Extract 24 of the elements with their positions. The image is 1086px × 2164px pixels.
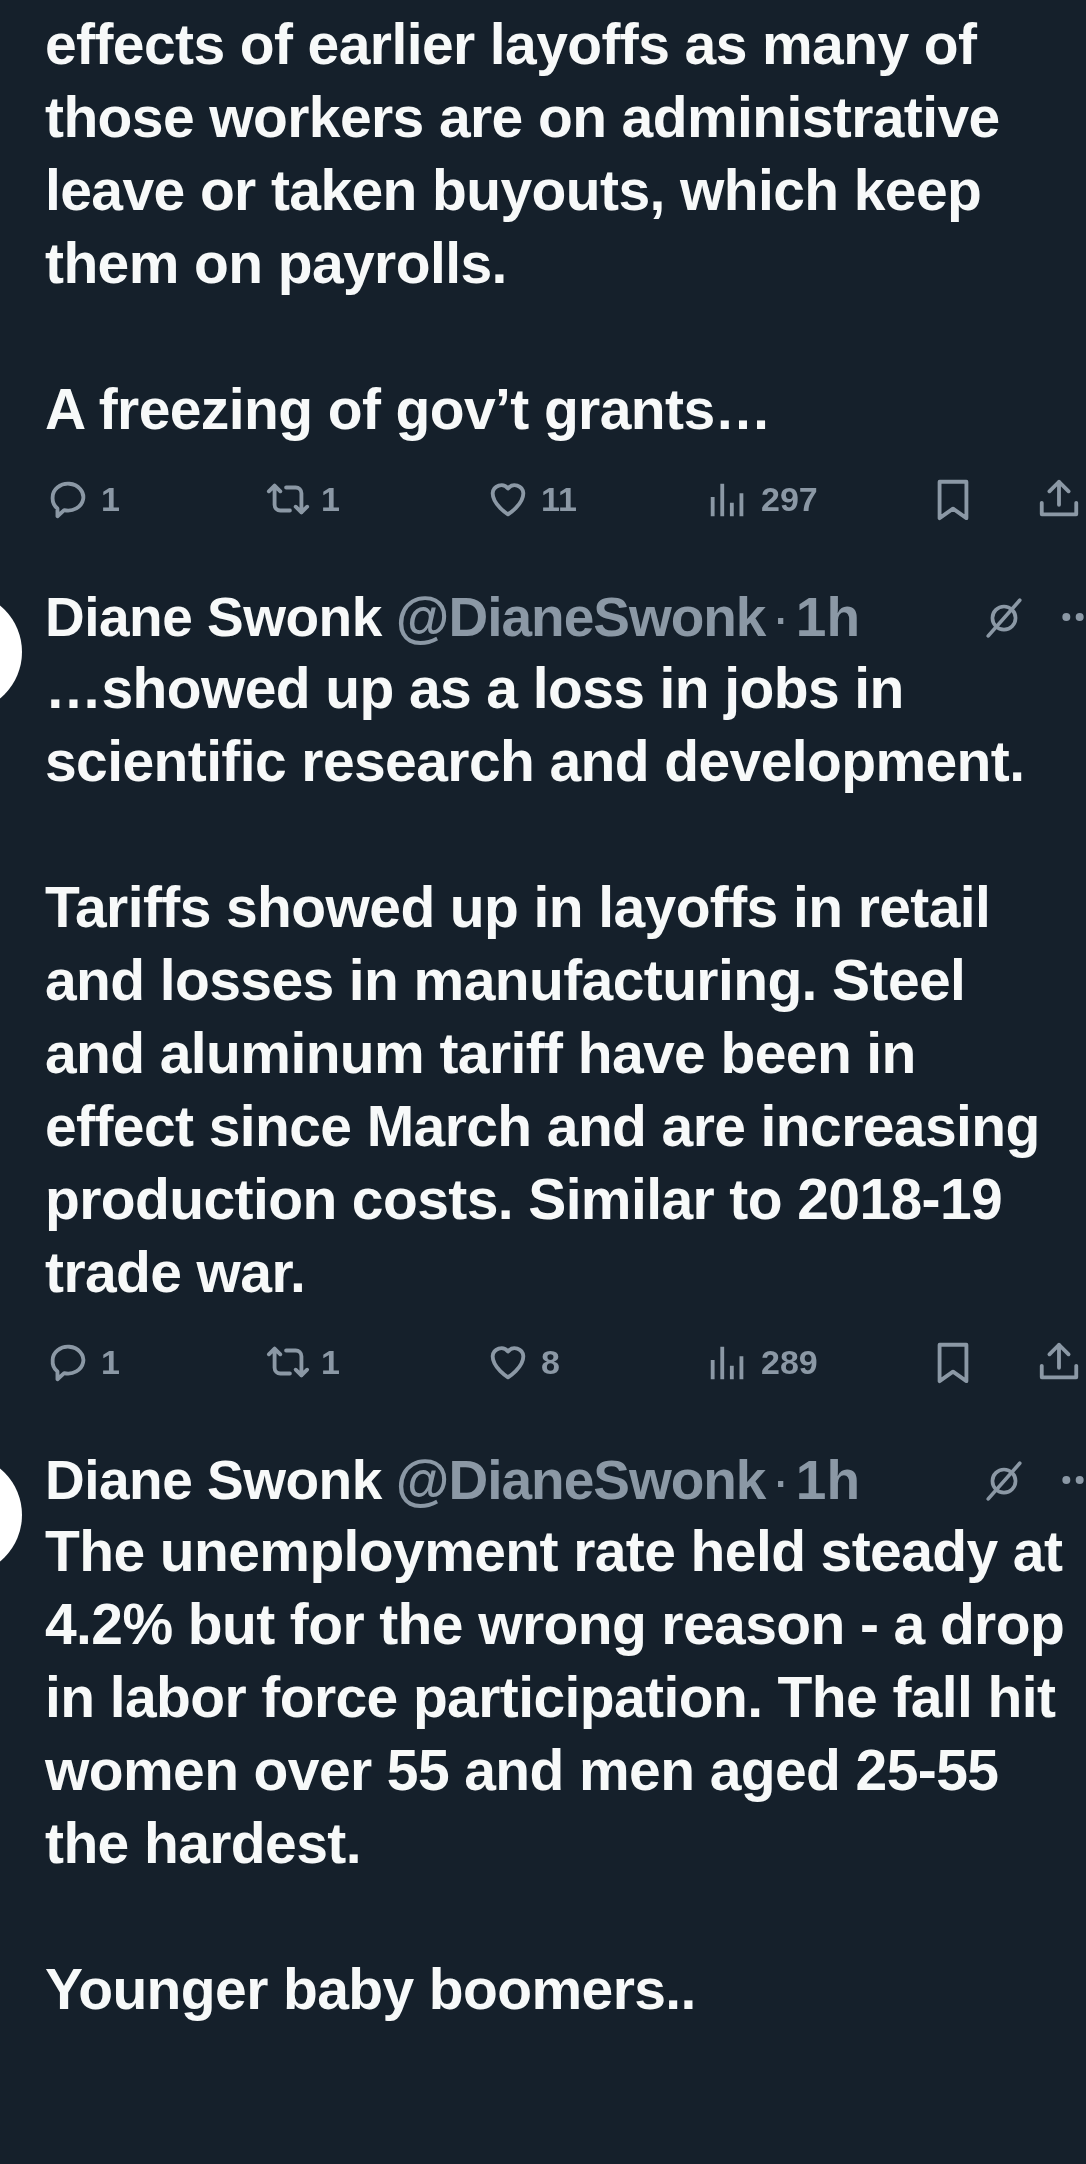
slashed-circle-icon[interactable] (983, 1459, 1025, 1501)
post-text: Younger baby boomers.. (45, 1956, 697, 2023)
like-button[interactable]: 8 (485, 1339, 705, 1385)
repost-button[interactable]: 1 (265, 1339, 485, 1385)
repost-button[interactable]: 1 (265, 476, 485, 522)
post-text: …showed up as a loss in jobs in scientific research and development. (45, 655, 1026, 795)
like-button[interactable]: 11 (485, 476, 705, 522)
slashed-circle-icon[interactable] (983, 596, 1025, 638)
author-handle[interactable]: @DianeSwonk (395, 1448, 766, 1512)
reply-button[interactable]: 1 (45, 1339, 265, 1385)
author-name[interactable]: Diane Swonk (45, 585, 382, 649)
post-text: A freezing of gov’t grants… (45, 376, 772, 443)
post-time[interactable]: 1h (795, 585, 860, 649)
reply-button[interactable]: 1 (45, 476, 265, 522)
post-time[interactable]: 1h (795, 1448, 860, 1512)
post-text: effects of earlier layoffs as many of those workers are on administrative leave or taken buyouts, which keep them on payrolls. (45, 11, 1001, 297)
author-handle[interactable]: @DianeSwonk (395, 585, 766, 649)
separator-dot: · (771, 585, 790, 649)
author-name[interactable]: Diane Swonk (45, 1448, 382, 1512)
separator-dot: · (771, 1448, 790, 1512)
views-button[interactable]: 297 (705, 476, 935, 522)
post-text: Tariffs showed up in layoffs in retail and losses in manufacturing. Steel and aluminum tariff have been in effect since March and are increasing production costs. Similar to 2018-19 trade war. (45, 874, 1041, 1306)
post-text: The unemployment rate held steady at 4.2% but for the wrong reason - a drop in labor force participation. The fall hit women over 55 and men aged 25-55 the hardest. (45, 1518, 1065, 1877)
views-button[interactable]: 289 (705, 1339, 935, 1385)
